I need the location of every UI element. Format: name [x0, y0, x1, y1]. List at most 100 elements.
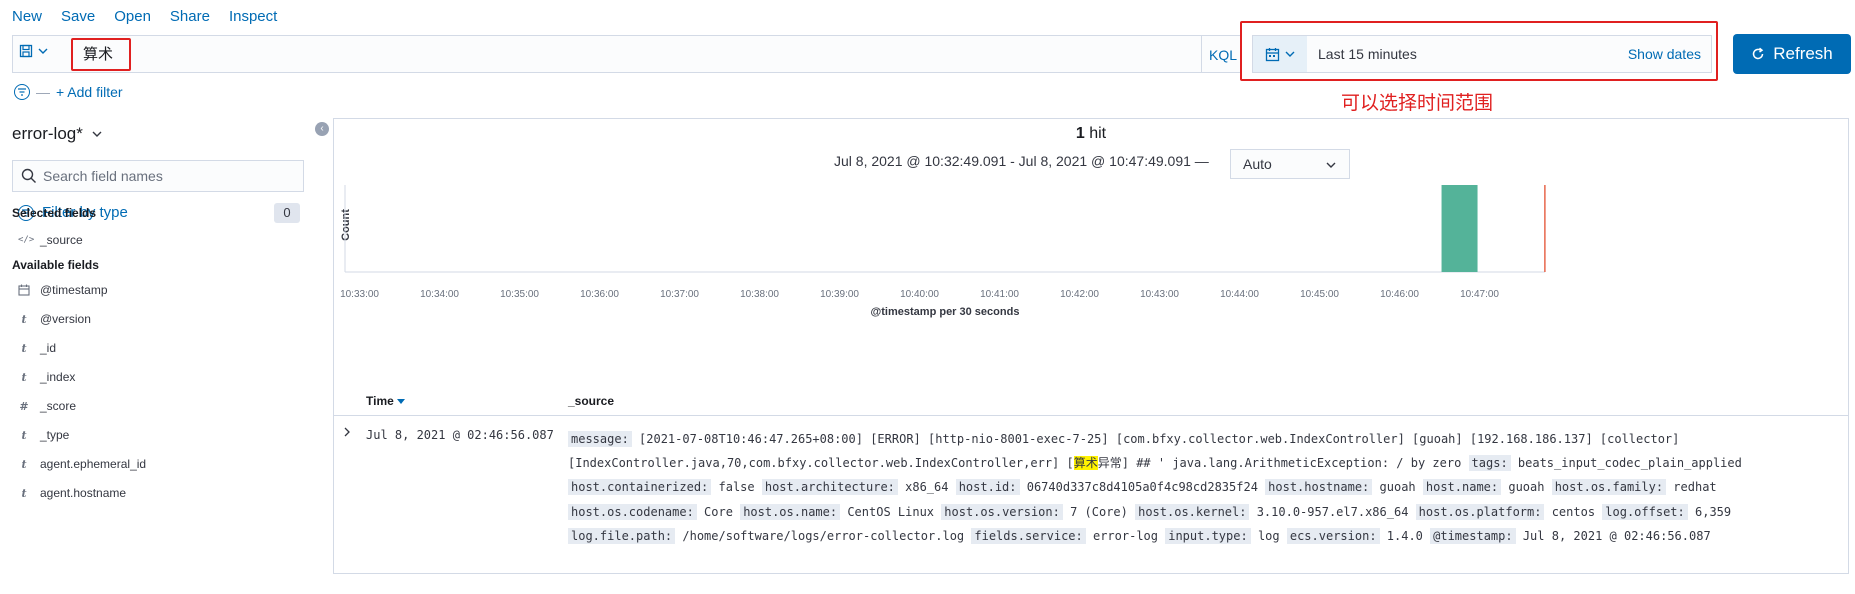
- chevron-down-icon: [38, 48, 48, 54]
- string-type-icon: t: [21, 457, 27, 471]
- save-disk-icon: [19, 44, 33, 58]
- source-field-value: 7 (Core): [1062, 504, 1136, 519]
- source-field-value: log: [1250, 528, 1287, 543]
- top-nav: New Save Open Share Inspect: [12, 8, 277, 28]
- open-link[interactable]: Open: [114, 8, 151, 28]
- index-pattern-selector[interactable]: error-log*: [12, 124, 103, 144]
- chevron-down-icon: [1285, 51, 1294, 57]
- field-search-input[interactable]: Search field names: [12, 160, 304, 192]
- field-name: @version: [40, 312, 91, 326]
- source-field-key: log.offset:: [1602, 503, 1688, 520]
- source-field-key: @timestamp:: [1430, 527, 1516, 544]
- chevron-down-icon: [92, 131, 102, 137]
- string-type-icon: t: [21, 341, 27, 355]
- field-item-score[interactable]: # _score: [18, 399, 76, 413]
- field-name: agent.hostname: [40, 486, 127, 500]
- x-tick-label: 10:42:00: [1060, 289, 1099, 300]
- source-field-key: host.containerized:: [568, 479, 712, 496]
- y-axis-label: Count: [340, 209, 352, 241]
- calendar-icon: [18, 284, 30, 296]
- quick-select-button[interactable]: [1253, 36, 1307, 72]
- field-item-source[interactable]: </> _source: [18, 233, 83, 247]
- interval-value: Auto: [1243, 156, 1272, 172]
- x-axis-label: @timestamp per 30 seconds: [871, 306, 1020, 318]
- field-item-index[interactable]: t _index: [18, 370, 75, 384]
- string-type-icon: t: [21, 370, 27, 384]
- calendar-icon: [1265, 47, 1279, 61]
- show-dates-link[interactable]: Show dates: [1628, 46, 1701, 62]
- source-field-key: host.os.family:: [1551, 479, 1667, 496]
- source-field-value: guoah: [1372, 480, 1423, 495]
- annotation-text: 可以选择时间范围: [1341, 92, 1494, 114]
- filter-options-icon[interactable]: [14, 84, 30, 100]
- source-field-key: fields.service:: [971, 527, 1086, 544]
- refresh-icon: [1753, 47, 1764, 60]
- refresh-label: Refresh: [1773, 44, 1833, 63]
- time-range-text: Jul 8, 2021 @ 10:32:49.091 - Jul 8, 2021…: [834, 153, 1209, 169]
- field-name: _type: [40, 428, 70, 442]
- string-type-icon: t: [21, 428, 27, 442]
- hit-label: hit: [1089, 125, 1107, 142]
- filter-count-badge: 0: [274, 203, 300, 223]
- x-tick-label: 10:44:00: [1220, 289, 1259, 300]
- search-query-input[interactable]: 算术: [71, 38, 131, 71]
- save-link[interactable]: Save: [61, 8, 95, 28]
- field-item-type[interactable]: t _type: [18, 428, 69, 442]
- add-filter-link[interactable]: + Add filter: [56, 84, 123, 100]
- field-item-version[interactable]: t @version: [18, 312, 91, 326]
- source-field-value: /home/software/logs/error-collector.log: [675, 528, 972, 543]
- field-item-timestamp[interactable]: @timestamp: [18, 283, 108, 297]
- new-link[interactable]: New: [12, 8, 42, 28]
- x-tick-label: 10:46:00: [1380, 289, 1419, 300]
- refresh-button[interactable]: Refresh: [1733, 34, 1851, 74]
- row-timestamp: Jul 8, 2021 @ 02:46:56.087: [366, 428, 554, 442]
- time-header-label: Time: [366, 394, 394, 408]
- source-field-key: host.os.platform:: [1415, 503, 1545, 520]
- expand-row-button[interactable]: [342, 426, 352, 441]
- field-item-id[interactable]: t _id: [18, 341, 56, 355]
- source-field-key: host.hostname:: [1265, 479, 1373, 496]
- source-field-value: 异常] ## ' java.lang.ArithmeticException: …: [1097, 456, 1469, 471]
- source-field-key: message:: [568, 431, 632, 447]
- source-field-key: host.os.codename:: [568, 503, 697, 520]
- dash-separator: —: [36, 84, 50, 100]
- row-source: message: [2021-07-08T10:46:47.265+08:00]…: [568, 427, 1838, 548]
- source-field-key: host.os.kernel:: [1135, 503, 1250, 520]
- field-item-agent-hostname[interactable]: t agent.hostname: [18, 486, 126, 500]
- field-name: _id: [40, 341, 57, 355]
- number-type-icon: #: [19, 399, 29, 413]
- share-link[interactable]: Share: [170, 8, 210, 28]
- saved-query-button[interactable]: [19, 44, 49, 58]
- available-fields-heading: Available fields: [12, 258, 99, 272]
- time-range-label[interactable]: Last 15 minutes: [1318, 46, 1417, 62]
- field-name: _score: [40, 399, 77, 413]
- source-field-value: 1.4.0: [1379, 528, 1431, 543]
- source-field-value: beats_input_codec_plain_applied: [1510, 456, 1742, 471]
- source-field-value: error-log: [1085, 528, 1166, 543]
- field-item-agent-ephemeral-id[interactable]: t agent.ephemeral_id: [18, 457, 146, 471]
- string-type-icon: t: [21, 486, 27, 500]
- x-tick-label: 10:47:00: [1460, 289, 1499, 300]
- column-header-time[interactable]: Time: [366, 394, 406, 408]
- time-picker[interactable]: Last 15 minutes Show dates: [1252, 35, 1712, 73]
- source-field-value: false: [711, 480, 762, 495]
- hit-count-number: 1: [1075, 125, 1085, 142]
- source-field-value: Jul 8, 2021 @ 02:46:56.087: [1515, 528, 1711, 543]
- string-type-icon: t: [21, 312, 27, 326]
- chevron-down-icon: [1326, 162, 1336, 168]
- filter-bar: — + Add filter: [14, 84, 123, 100]
- source-field-key: host.id:: [955, 479, 1020, 496]
- search-placeholder: Search field names: [43, 168, 163, 184]
- index-pattern-name: error-log*: [12, 124, 83, 143]
- source-field-key: ecs.version:: [1286, 527, 1380, 544]
- kql-toggle[interactable]: KQL: [1209, 47, 1237, 63]
- x-tick-label: 10:36:00: [580, 289, 619, 300]
- inspect-link[interactable]: Inspect: [229, 8, 277, 28]
- x-tick-label: 10:41:00: [980, 289, 1019, 300]
- source-field-value: CentOS Linux: [840, 504, 942, 519]
- collapse-sidebar-button[interactable]: ‹: [315, 122, 329, 136]
- x-tick-label: 10:39:00: [820, 289, 859, 300]
- histogram-chart: Count10.80.60.40.2010:33:0010:34:0010:35…: [340, 185, 1546, 318]
- column-header-source: _source: [568, 394, 615, 408]
- interval-select[interactable]: Auto: [1230, 149, 1350, 179]
